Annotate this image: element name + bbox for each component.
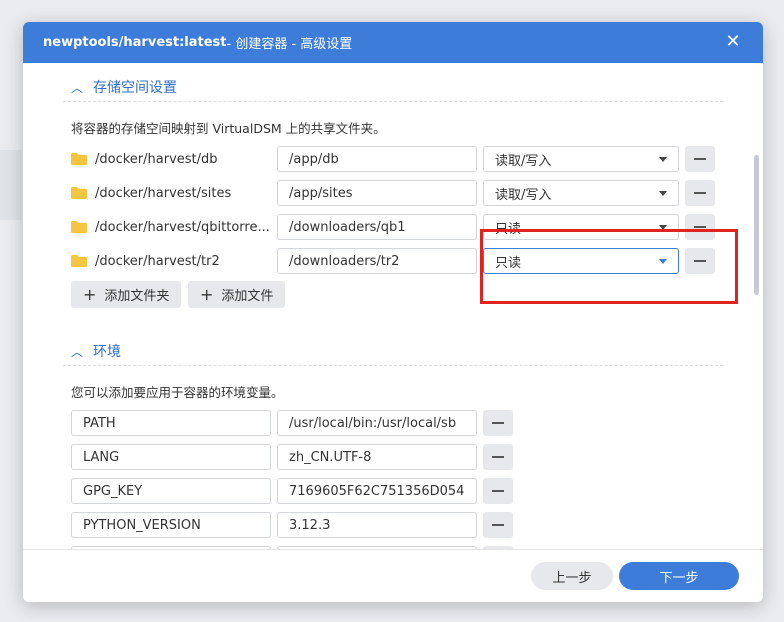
env-key-input[interactable]: PATH [71,410,271,436]
chevron-down-icon [659,190,667,196]
env-value-input[interactable]: zh_CN.UTF-8 [277,444,477,470]
folder-icon [71,221,87,233]
minus-icon [492,524,504,526]
dialog-content[interactable]: ︿ 存储空间设置 将容器的存储空间映射到 VirtualDSM 上的共享文件夹。… [23,63,763,550]
permission-select[interactable]: 读取/写入 [483,180,679,206]
highlight-box [480,229,738,304]
mount-path-input[interactable]: /downloaders/qb1 [277,214,477,240]
remove-row-button[interactable] [483,444,513,470]
add-folder-label: 添加文件夹 [104,289,170,304]
minus-icon [694,192,706,194]
remove-row-button[interactable] [483,478,513,504]
mount-path-input[interactable]: /app/db [277,146,477,172]
env-section-header[interactable]: ︿ 环境 [71,341,121,361]
minus-icon [492,456,504,458]
permission-select[interactable]: 读取/写入 [483,146,679,172]
storage-section-title: 存储空间设置 [93,80,178,96]
previous-button[interactable]: 上一步 [531,562,613,590]
dialog-titlebar: newptools/harvest:latest - 创建容器 - 高级设置 ✕ [23,22,763,63]
env-key-input[interactable]: PYTHON_VERSION [71,512,271,538]
add-file-button[interactable]: + 添加文件 [188,281,286,308]
section-divider [63,365,723,366]
remove-row-button[interactable] [685,146,715,172]
remove-row-button[interactable] [685,180,715,206]
env-key-input[interactable]: GPG_KEY [71,478,271,504]
folder-icon [71,255,87,267]
remove-row-button[interactable] [483,410,513,436]
minus-icon [694,226,706,228]
storage-description: 将容器的存储空间映射到 VirtualDSM 上的共享文件夹。 [71,121,386,136]
folder-path-text: /docker/harvest/tr2 [95,253,220,269]
env-section-title: 环境 [93,344,122,360]
chevron-up-icon: ︿ [71,80,84,95]
minus-icon [694,158,706,160]
permission-value: 读取/写入 [495,153,552,169]
next-button[interactable]: 下一步 [619,562,739,590]
dialog-title-rest: - 创建容器 - 高级设置 [226,37,353,52]
env-key-input[interactable]: LANG [71,444,271,470]
background-panel [0,150,22,220]
chevron-down-icon [659,156,667,162]
create-container-dialog: newptools/harvest:latest - 创建容器 - 高级设置 ✕… [23,22,763,602]
permission-value: 读取/写入 [495,187,552,203]
plus-icon: + [200,284,214,304]
folder-icon [71,153,87,165]
storage-section-header[interactable]: ︿ 存储空间设置 [71,77,177,97]
folder-path-text: /docker/harvest/qbittorre... [95,219,270,235]
scrollbar[interactable] [754,155,759,295]
folder-icon [71,187,87,199]
section-divider [63,101,723,102]
folder-path: /docker/harvest/sites [71,179,271,207]
remove-row-button[interactable] [483,512,513,538]
dialog-footer: 上一步 下一步 [23,549,763,602]
plus-icon: + [83,284,97,304]
mount-path-input[interactable]: /app/sites [277,180,477,206]
chevron-up-icon: ︿ [71,344,84,359]
add-folder-button[interactable]: + 添加文件夹 [71,281,182,308]
folder-path-text: /docker/harvest/db [95,151,218,167]
add-file-label: 添加文件 [221,289,274,304]
folder-path: /docker/harvest/tr2 [71,247,271,275]
folder-path: /docker/harvest/db [71,145,271,173]
folder-path-text: /docker/harvest/sites [95,185,232,201]
minus-icon [492,490,504,492]
dialog-title-image: newptools/harvest:latest [43,35,227,50]
env-value-input[interactable]: 7169605F62C751356D054 [277,478,477,504]
folder-path: /docker/harvest/qbittorre... [71,213,271,241]
close-icon[interactable]: ✕ [723,32,743,52]
env-value-input[interactable]: /usr/local/bin:/usr/local/sb [277,410,477,436]
env-value-input[interactable]: 3.12.3 [277,512,477,538]
env-description: 您可以添加要应用于容器的环境变量。 [71,385,284,400]
minus-icon [492,422,504,424]
mount-path-input[interactable]: /downloaders/tr2 [277,248,477,274]
